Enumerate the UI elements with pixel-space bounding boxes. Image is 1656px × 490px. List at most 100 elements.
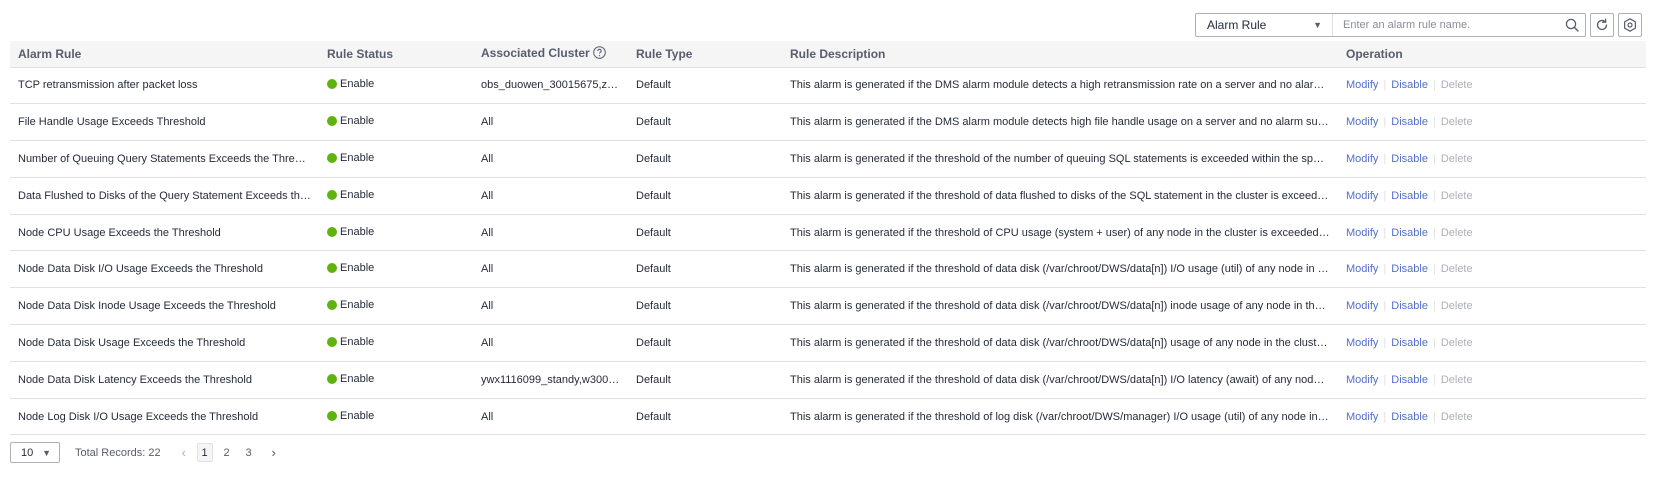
cell-rule-status: Enable xyxy=(319,67,473,105)
divider: | xyxy=(1432,226,1436,239)
cell-rule-description: This alarm is generated if the threshold… xyxy=(782,324,1338,362)
refresh-icon[interactable] xyxy=(1590,13,1614,37)
search-icon[interactable] xyxy=(1559,14,1585,36)
modify-link[interactable]: Modify xyxy=(1346,116,1378,128)
disable-link[interactable]: Disable xyxy=(1391,153,1428,165)
modify-link[interactable]: Modify xyxy=(1346,263,1378,275)
chevron-left-icon[interactable]: ‹ xyxy=(177,445,191,460)
disable-link[interactable]: Disable xyxy=(1391,411,1428,423)
column-header-associated-cluster: Associated Cluster xyxy=(473,41,628,68)
cell-associated-cluster: All xyxy=(473,287,628,326)
disable-link[interactable]: Disable xyxy=(1391,337,1428,349)
cell-operation: Modify | Disable | Delete xyxy=(1338,103,1646,142)
status-dot-icon xyxy=(327,189,337,200)
delete-link: Delete xyxy=(1440,79,1473,92)
delete-link: Delete xyxy=(1440,373,1473,386)
delete-link: Delete xyxy=(1440,226,1473,239)
pagination: 10 ▼ Total Records: 22 ‹ 1 2 3 › xyxy=(10,442,281,463)
cell-operation: Modify | Disable | Delete xyxy=(1338,67,1646,105)
search-filter-select[interactable]: Alarm Rule ▼ xyxy=(1196,14,1333,36)
disable-link[interactable]: Disable xyxy=(1391,227,1428,239)
disable-link[interactable]: Disable xyxy=(1391,79,1428,91)
search-group: Alarm Rule ▼ xyxy=(1195,13,1586,37)
modify-link[interactable]: Modify xyxy=(1346,300,1378,312)
modify-link[interactable]: Modify xyxy=(1346,79,1378,91)
status-dot-icon xyxy=(327,263,337,274)
modify-link[interactable]: Modify xyxy=(1346,337,1378,349)
column-header-rule-status: Rule Status xyxy=(319,41,473,68)
divider: | xyxy=(1383,189,1387,202)
cell-rule-type: Default xyxy=(628,103,782,142)
disable-link[interactable]: Disable xyxy=(1391,263,1428,275)
cell-associated-cluster: All xyxy=(473,140,628,178)
status-dot-icon xyxy=(327,79,337,90)
page-1[interactable]: 1 xyxy=(196,443,213,462)
chevron-right-icon[interactable]: › xyxy=(267,445,281,460)
status-label: Enable xyxy=(340,115,375,128)
cell-rule-status: Enable xyxy=(319,103,473,142)
delete-link: Delete xyxy=(1440,116,1473,129)
disable-link[interactable]: Disable xyxy=(1391,300,1428,312)
table-row: Node Data Disk I/O Usage Exceeds the Thr… xyxy=(10,250,1646,289)
status-dot-icon xyxy=(327,410,337,421)
status-badge: Enable xyxy=(327,336,374,348)
delete-link: Delete xyxy=(1440,300,1473,313)
cell-rule-description: This alarm is generated if the threshold… xyxy=(782,287,1338,326)
cell-associated-cluster: All xyxy=(473,324,628,362)
delete-link: Delete xyxy=(1440,410,1473,423)
cell-rule-type: Default xyxy=(628,361,782,399)
modify-link[interactable]: Modify xyxy=(1346,374,1378,386)
divider: | xyxy=(1432,116,1436,129)
cell-operation: Modify | Disable | Delete xyxy=(1338,287,1646,326)
cell-rule-description: This alarm is generated if the threshold… xyxy=(782,398,1338,436)
status-label: Enable xyxy=(340,225,375,238)
modify-link[interactable]: Modify xyxy=(1346,411,1378,423)
cell-alarm-rule: Node CPU Usage Exceeds the Threshold xyxy=(10,214,319,252)
disable-link[interactable]: Disable xyxy=(1391,116,1428,128)
cell-rule-status: Enable xyxy=(319,177,473,215)
cell-operation: Modify | Disable | Delete xyxy=(1338,361,1646,399)
divider: | xyxy=(1383,116,1387,129)
divider: | xyxy=(1432,373,1436,386)
page-size-select[interactable]: 10 ▼ xyxy=(10,442,60,463)
disable-link[interactable]: Disable xyxy=(1391,374,1428,386)
delete-link: Delete xyxy=(1440,189,1473,202)
cell-operation: Modify | Disable | Delete xyxy=(1338,140,1646,178)
page-3[interactable]: 3 xyxy=(241,443,257,462)
table-row: Data Flushed to Disks of the Query State… xyxy=(10,177,1646,215)
modify-link[interactable]: Modify xyxy=(1346,190,1378,202)
modify-link[interactable]: Modify xyxy=(1346,153,1378,165)
status-badge: Enable xyxy=(327,115,374,127)
page-2[interactable]: 2 xyxy=(219,443,235,462)
status-label: Enable xyxy=(340,299,375,312)
search-input[interactable] xyxy=(1333,14,1559,36)
divider: | xyxy=(1383,263,1387,276)
cell-rule-description: This alarm is generated if the DMS alarm… xyxy=(782,103,1338,142)
settings-icon[interactable] xyxy=(1618,13,1642,37)
table-row: Number of Queuing Query Statements Excee… xyxy=(10,140,1646,178)
status-label: Enable xyxy=(340,372,375,385)
status-badge: Enable xyxy=(327,152,374,164)
table-toolbar: Alarm Rule ▼ xyxy=(1195,13,1642,37)
cell-operation: Modify | Disable | Delete xyxy=(1338,324,1646,362)
disable-link[interactable]: Disable xyxy=(1391,190,1428,202)
table-row: Node Log Disk I/O Usage Exceeds the Thre… xyxy=(10,398,1646,436)
alarm-rules-table: Alarm Rule Rule Status Associated Cluste… xyxy=(10,41,1646,436)
modify-link[interactable]: Modify xyxy=(1346,227,1378,239)
table-header-row: Alarm Rule Rule Status Associated Cluste… xyxy=(10,41,1646,68)
divider: | xyxy=(1383,300,1387,313)
cell-rule-description: This alarm is generated if the threshold… xyxy=(782,361,1338,399)
status-dot-icon xyxy=(327,116,337,127)
status-dot-icon xyxy=(327,152,337,163)
table-row: TCP retransmission after packet loss Enab… xyxy=(10,67,1646,105)
status-badge: Enable xyxy=(327,262,374,274)
delete-link: Delete xyxy=(1440,336,1473,349)
help-icon[interactable] xyxy=(592,45,606,62)
cell-rule-type: Default xyxy=(628,398,782,436)
table-row: Node Data Disk Usage Exceeds the Thresho… xyxy=(10,324,1646,362)
cell-rule-description: This alarm is generated if the DMS alarm… xyxy=(782,67,1338,105)
column-header-alarm-rule: Alarm Rule xyxy=(10,41,319,68)
cell-associated-cluster: All xyxy=(473,214,628,252)
divider: | xyxy=(1383,410,1387,423)
divider: | xyxy=(1432,410,1436,423)
